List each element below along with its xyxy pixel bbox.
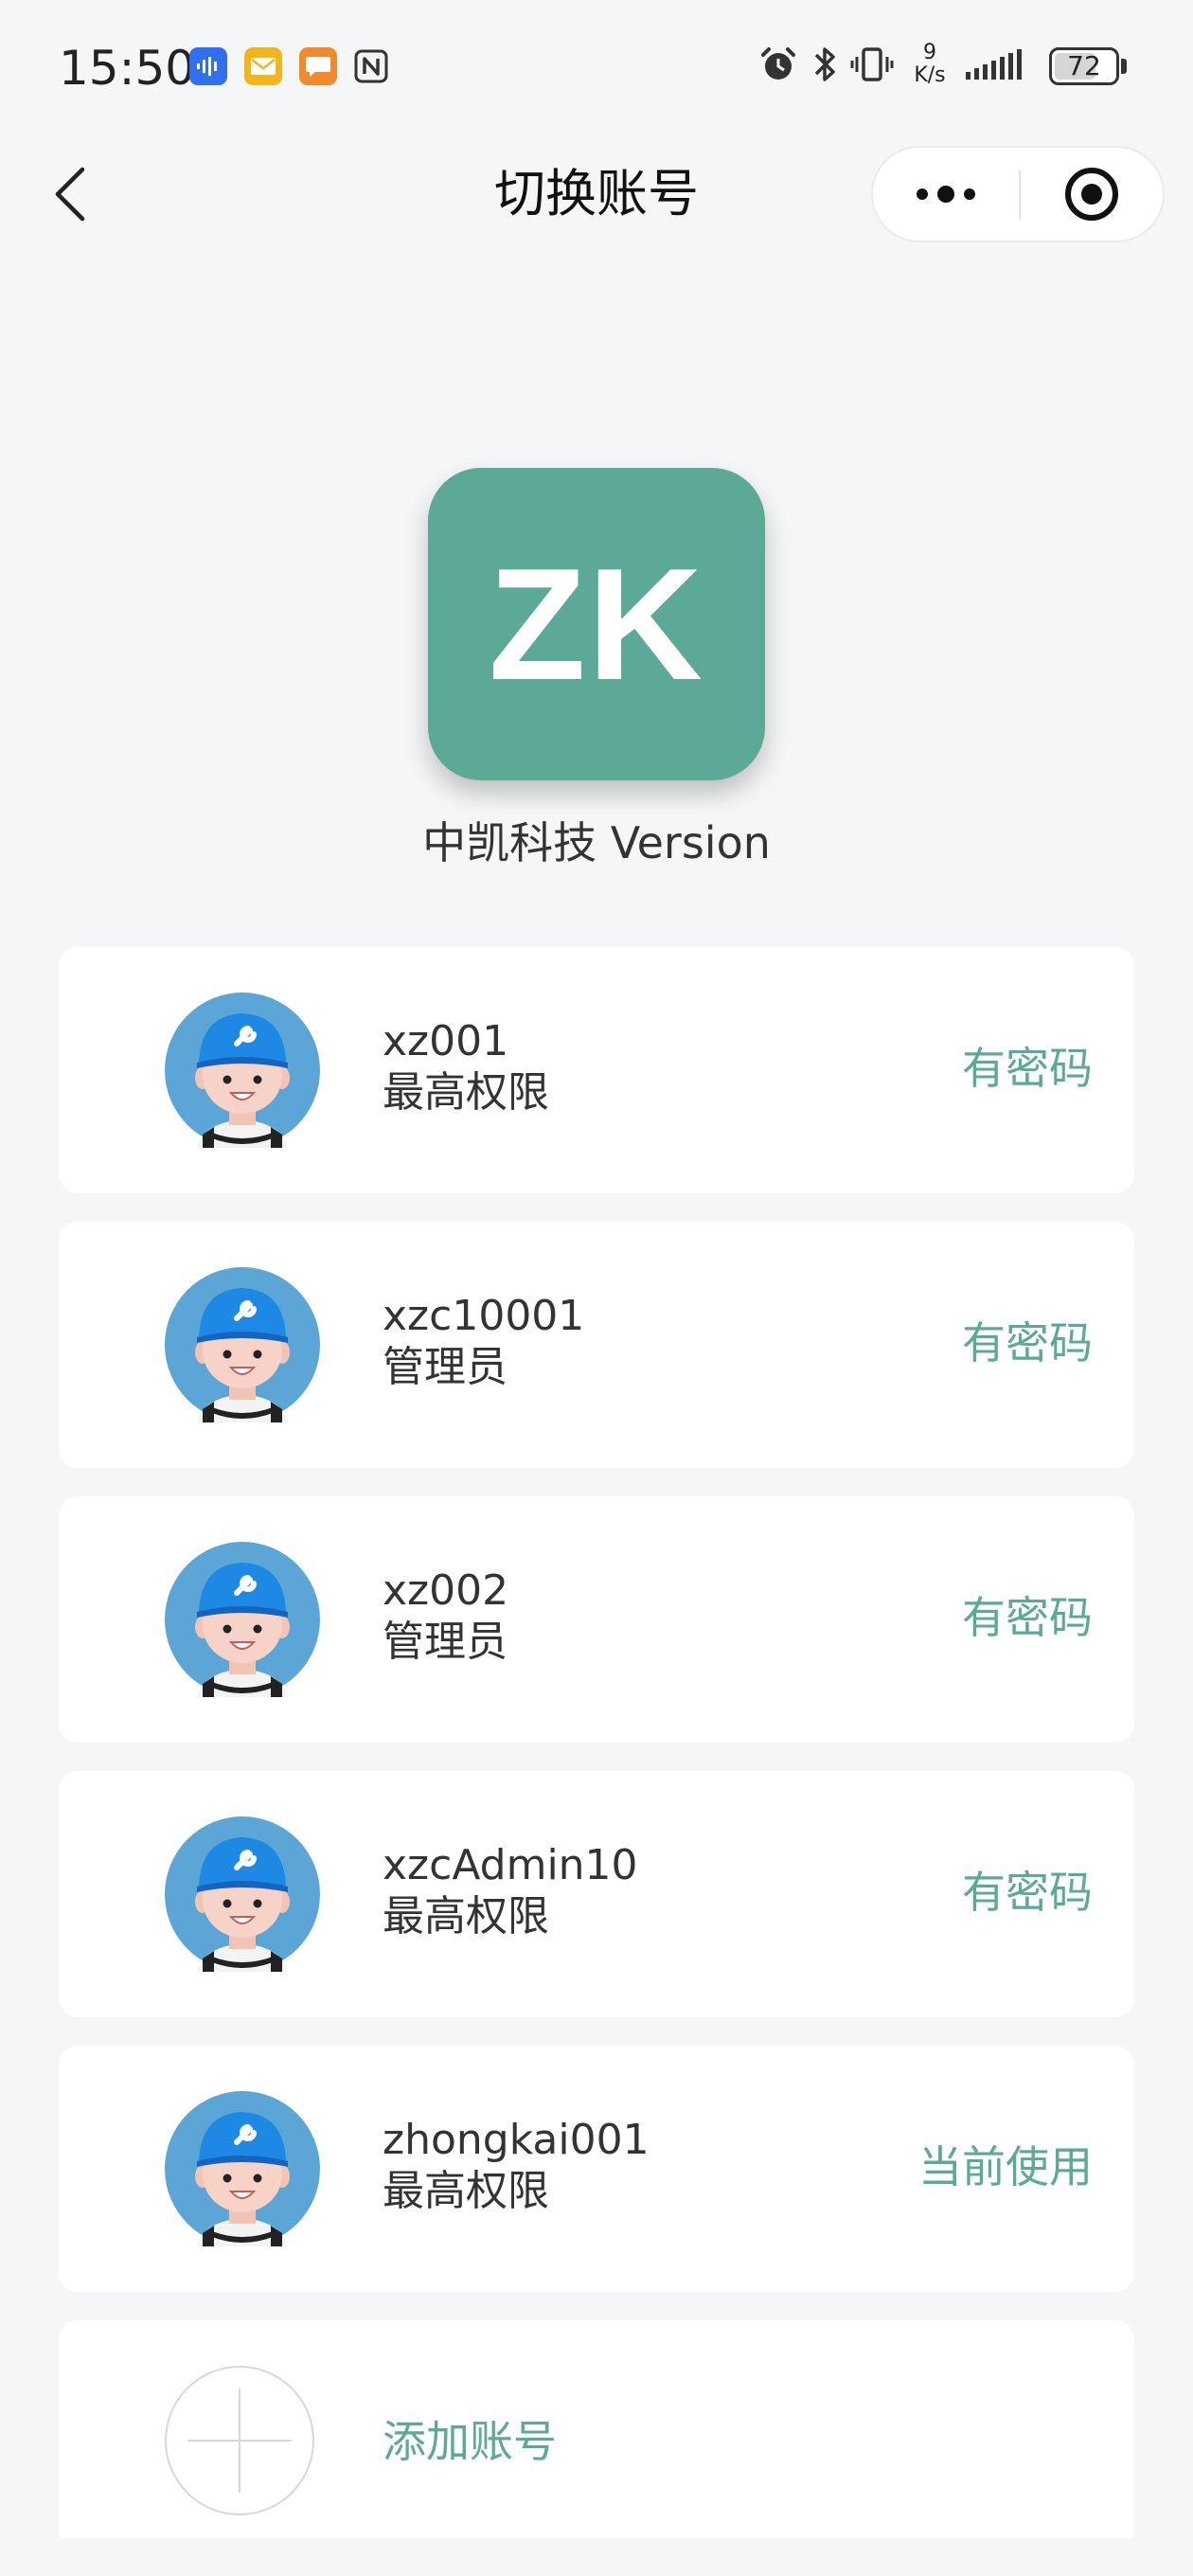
battery-cap [1121, 59, 1127, 74]
account-status: 当前使用 [918, 2141, 1093, 2192]
vibrate-icon [850, 44, 894, 89]
account-list: xz001 最高权限 有密码 xzc10001 管理员 有密码 xz002 管理… [59, 947, 1134, 2538]
account-status: 有密码 [962, 1867, 1093, 1918]
account-status: 有密码 [962, 1592, 1093, 1643]
logo-text: ZK [489, 534, 704, 713]
worker-avatar-icon [165, 2091, 320, 2246]
alarm-icon [757, 44, 799, 89]
signal-strength-icon [964, 47, 1034, 89]
chat-bubble-icon [299, 47, 337, 85]
plus-icon [187, 2388, 292, 2493]
worker-avatar-icon [165, 1267, 320, 1422]
network-speed: 9 K/s [914, 41, 946, 87]
status-bar: 15:50 9 K/s 72 [0, 0, 1193, 133]
account-role: 最高权限 [383, 1068, 549, 1117]
bluetooth-icon [810, 44, 839, 89]
mini-program-capsule [871, 146, 1165, 242]
mail-icon [244, 47, 282, 85]
account-item-current[interactable]: zhongkai001 最高权限 当前使用 [59, 2046, 1134, 2292]
battery-level-text: 72 [1067, 50, 1101, 81]
status-time: 15:50 [59, 41, 196, 96]
worker-avatar-icon [165, 1816, 320, 1972]
account-item[interactable]: xz001 最高权限 有密码 [59, 947, 1134, 1193]
account-name: zhongkai001 [383, 2116, 650, 2164]
account-role: 最高权限 [383, 1892, 549, 1941]
account-item[interactable]: xzc10001 管理员 有密码 [59, 1222, 1134, 1468]
account-name: xzcAdmin10 [383, 1841, 638, 1889]
add-account-button[interactable]: 添加账号 [59, 2320, 1134, 2538]
account-role: 最高权限 [383, 2167, 549, 2215]
worker-avatar-icon [165, 1542, 320, 1697]
close-mini-program-button[interactable] [1021, 148, 1163, 241]
target-circle-icon [1065, 168, 1118, 221]
navigation-bar: 切换账号 [0, 133, 1193, 256]
account-status: 有密码 [962, 1317, 1093, 1368]
more-button[interactable] [873, 148, 1019, 241]
account-item[interactable]: xz002 管理员 有密码 [59, 1496, 1134, 1743]
nfc-icon [352, 47, 390, 85]
more-dots-icon [917, 186, 975, 203]
account-role: 管理员 [383, 1618, 507, 1666]
account-status: 有密码 [962, 1043, 1093, 1094]
account-name: xz001 [383, 1017, 509, 1065]
app-version-text: 中凯科技 Version [422, 817, 771, 868]
account-role: 管理员 [383, 1343, 507, 1391]
account-name: xzc10001 [383, 1292, 585, 1340]
voice-assistant-icon [189, 47, 227, 85]
battery-indicator: 72 [1049, 47, 1119, 85]
add-account-label: 添加账号 [383, 2416, 557, 2467]
account-item[interactable]: xzcAdmin10 最高权限 有密码 [59, 1771, 1134, 2017]
add-account-avatar [165, 2366, 314, 2515]
app-logo: ZK [428, 468, 765, 780]
account-name: xz002 [383, 1566, 509, 1615]
worker-avatar-icon [165, 993, 320, 1148]
